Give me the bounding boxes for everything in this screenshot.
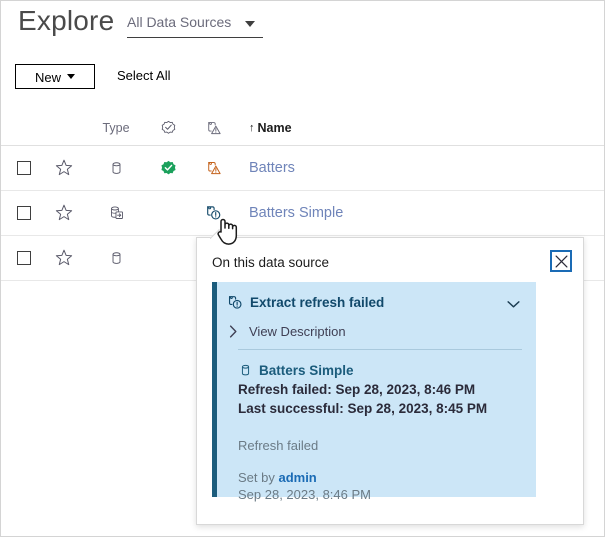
database-icon bbox=[108, 160, 125, 177]
alert-divider bbox=[238, 349, 522, 350]
toolbar: New Select All bbox=[1, 61, 605, 95]
column-header-certification[interactable] bbox=[153, 111, 183, 145]
alert-datasource-line: Batters Simple bbox=[217, 363, 536, 378]
data-source-filter-label: All Data Sources bbox=[127, 14, 231, 30]
row-favorite-toggle[interactable] bbox=[51, 191, 77, 235]
extract-refresh-failed-icon bbox=[205, 204, 223, 222]
table-row[interactable]: Batters Simple bbox=[1, 191, 605, 236]
data-quality-warning-icon bbox=[206, 160, 223, 177]
data-source-filter-dropdown[interactable]: All Data Sources bbox=[127, 14, 263, 38]
column-header-data-quality[interactable] bbox=[199, 111, 229, 145]
select-all-button[interactable]: Select All bbox=[117, 64, 170, 87]
sort-ascending-icon: ↑ bbox=[249, 122, 255, 134]
page-title: Explore bbox=[18, 5, 114, 37]
column-header-name-label: Name bbox=[258, 121, 292, 135]
new-button[interactable]: New bbox=[15, 64, 95, 89]
extract-refresh-alert: Extract refresh failed View Description bbox=[212, 282, 536, 497]
extract-refresh-failed-icon bbox=[227, 294, 244, 311]
alert-last-successful-line: Last successful: Sep 28, 2023, 8:45 PM bbox=[217, 401, 536, 416]
popover-title: On this data source bbox=[212, 255, 329, 270]
data-source-link[interactable]: Batters Simple bbox=[249, 205, 343, 221]
set-by-user[interactable]: admin bbox=[278, 470, 316, 485]
database-extract-icon bbox=[107, 204, 126, 223]
new-button-label: New bbox=[35, 66, 61, 89]
alert-status-label: Refresh failed bbox=[217, 438, 536, 453]
database-icon bbox=[238, 363, 253, 378]
chevron-down-icon bbox=[67, 74, 75, 79]
row-type-icon-cell bbox=[99, 146, 133, 190]
row-certification-badge bbox=[153, 191, 183, 235]
checkbox-unchecked-icon[interactable] bbox=[17, 161, 31, 175]
explore-page: Explore All Data Sources New Select All … bbox=[0, 0, 605, 537]
page-header: Explore All Data Sources bbox=[1, 1, 605, 56]
database-icon bbox=[108, 250, 125, 267]
row-type-icon-cell bbox=[99, 191, 133, 235]
chevron-right-icon bbox=[229, 325, 238, 338]
chevron-down-icon bbox=[245, 21, 255, 27]
row-favorite-toggle[interactable] bbox=[51, 146, 77, 190]
close-popover-button[interactable] bbox=[550, 250, 572, 272]
data-source-link[interactable]: Batters bbox=[249, 160, 295, 176]
column-header-name[interactable]: ↑ Name bbox=[249, 111, 292, 145]
column-header-type-label: Type bbox=[102, 121, 129, 135]
column-header-type[interactable]: Type bbox=[99, 111, 133, 145]
row-checkbox[interactable] bbox=[13, 191, 35, 235]
star-outline-icon bbox=[54, 203, 74, 223]
view-description-label: View Description bbox=[249, 324, 346, 339]
star-outline-icon bbox=[54, 158, 74, 178]
row-type-icon-cell bbox=[99, 236, 133, 280]
row-favorite-toggle[interactable] bbox=[51, 236, 77, 280]
checkbox-unchecked-icon[interactable] bbox=[17, 206, 31, 220]
popover-arrow bbox=[210, 229, 228, 239]
alert-set-by-timestamp: Sep 28, 2023, 8:46 PM bbox=[217, 487, 536, 502]
alert-set-by-line: Set by admin bbox=[217, 470, 536, 485]
data-quality-popover: On this data source Extract refresh fail… bbox=[196, 237, 584, 525]
checkbox-unchecked-icon[interactable] bbox=[17, 251, 31, 265]
row-name-cell: Batters bbox=[249, 146, 295, 190]
row-checkbox[interactable] bbox=[13, 146, 35, 190]
star-outline-icon bbox=[54, 248, 74, 268]
chevron-down-icon[interactable] bbox=[507, 296, 520, 314]
view-description-toggle[interactable]: View Description bbox=[217, 319, 536, 343]
alert-header[interactable]: Extract refresh failed bbox=[217, 289, 536, 315]
certified-check-icon bbox=[160, 160, 177, 177]
row-certification-badge bbox=[153, 236, 183, 280]
row-checkbox[interactable] bbox=[13, 236, 35, 280]
alert-datasource-name[interactable]: Batters Simple bbox=[259, 363, 354, 378]
alert-title: Extract refresh failed bbox=[250, 295, 384, 310]
close-icon bbox=[555, 255, 568, 268]
table-header-row: Type ↑ Name bbox=[1, 111, 605, 146]
set-by-prefix: Set by bbox=[238, 470, 278, 485]
data-quality-warning-icon bbox=[206, 120, 223, 137]
certification-badge-icon bbox=[160, 120, 177, 137]
alert-refresh-failed-line: Refresh failed: Sep 28, 2023, 8:46 PM bbox=[217, 382, 536, 397]
row-data-quality-warning[interactable] bbox=[199, 146, 229, 190]
row-certification-badge[interactable] bbox=[153, 146, 183, 190]
row-name-cell: Batters Simple bbox=[249, 191, 343, 235]
table-row[interactable]: Batters bbox=[1, 146, 605, 191]
